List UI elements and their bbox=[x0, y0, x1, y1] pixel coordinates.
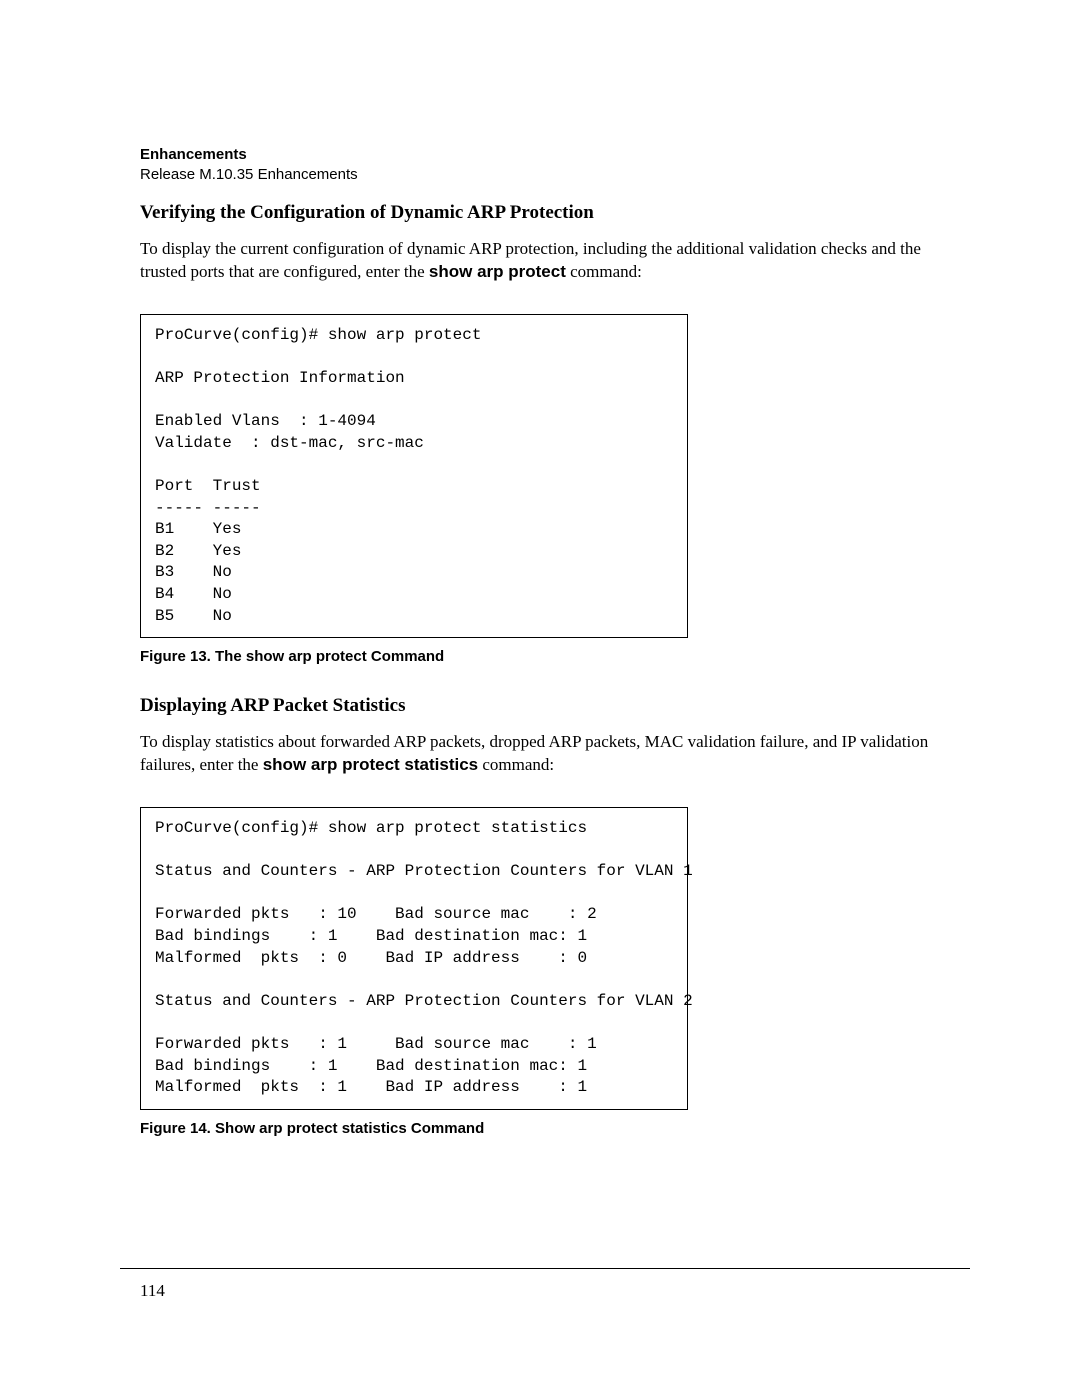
section1-heading: Verifying the Configuration of Dynamic A… bbox=[140, 202, 970, 224]
footer-rule bbox=[120, 1268, 970, 1269]
section1-para: To display the current configuration of … bbox=[140, 238, 970, 284]
code-block-2: ProCurve(config)# show arp protect stati… bbox=[140, 807, 688, 1110]
section1-cmd: show arp protect bbox=[429, 262, 566, 281]
page: Enhancements Release M.10.35 Enhancement… bbox=[0, 0, 1080, 1397]
code-block-1: ProCurve(config)# show arp protect ARP P… bbox=[140, 314, 688, 638]
section2-heading: Displaying ARP Packet Statistics bbox=[140, 695, 970, 717]
figure2-caption: Figure 14. Show arp protect statistics C… bbox=[140, 1120, 970, 1137]
section2-para: To display statistics about forwarded AR… bbox=[140, 731, 970, 777]
header-bold: Enhancements bbox=[140, 145, 970, 165]
header-sub: Release M.10.35 Enhancements bbox=[140, 165, 970, 185]
section1-para-post: command: bbox=[566, 262, 642, 281]
figure1-caption: Figure 13. The show arp protect Command bbox=[140, 648, 970, 665]
running-header: Enhancements Release M.10.35 Enhancement… bbox=[140, 145, 970, 184]
page-number: 114 bbox=[140, 1281, 165, 1301]
section2-cmd: show arp protect statistics bbox=[263, 755, 478, 774]
section2-para-post: command: bbox=[478, 755, 554, 774]
